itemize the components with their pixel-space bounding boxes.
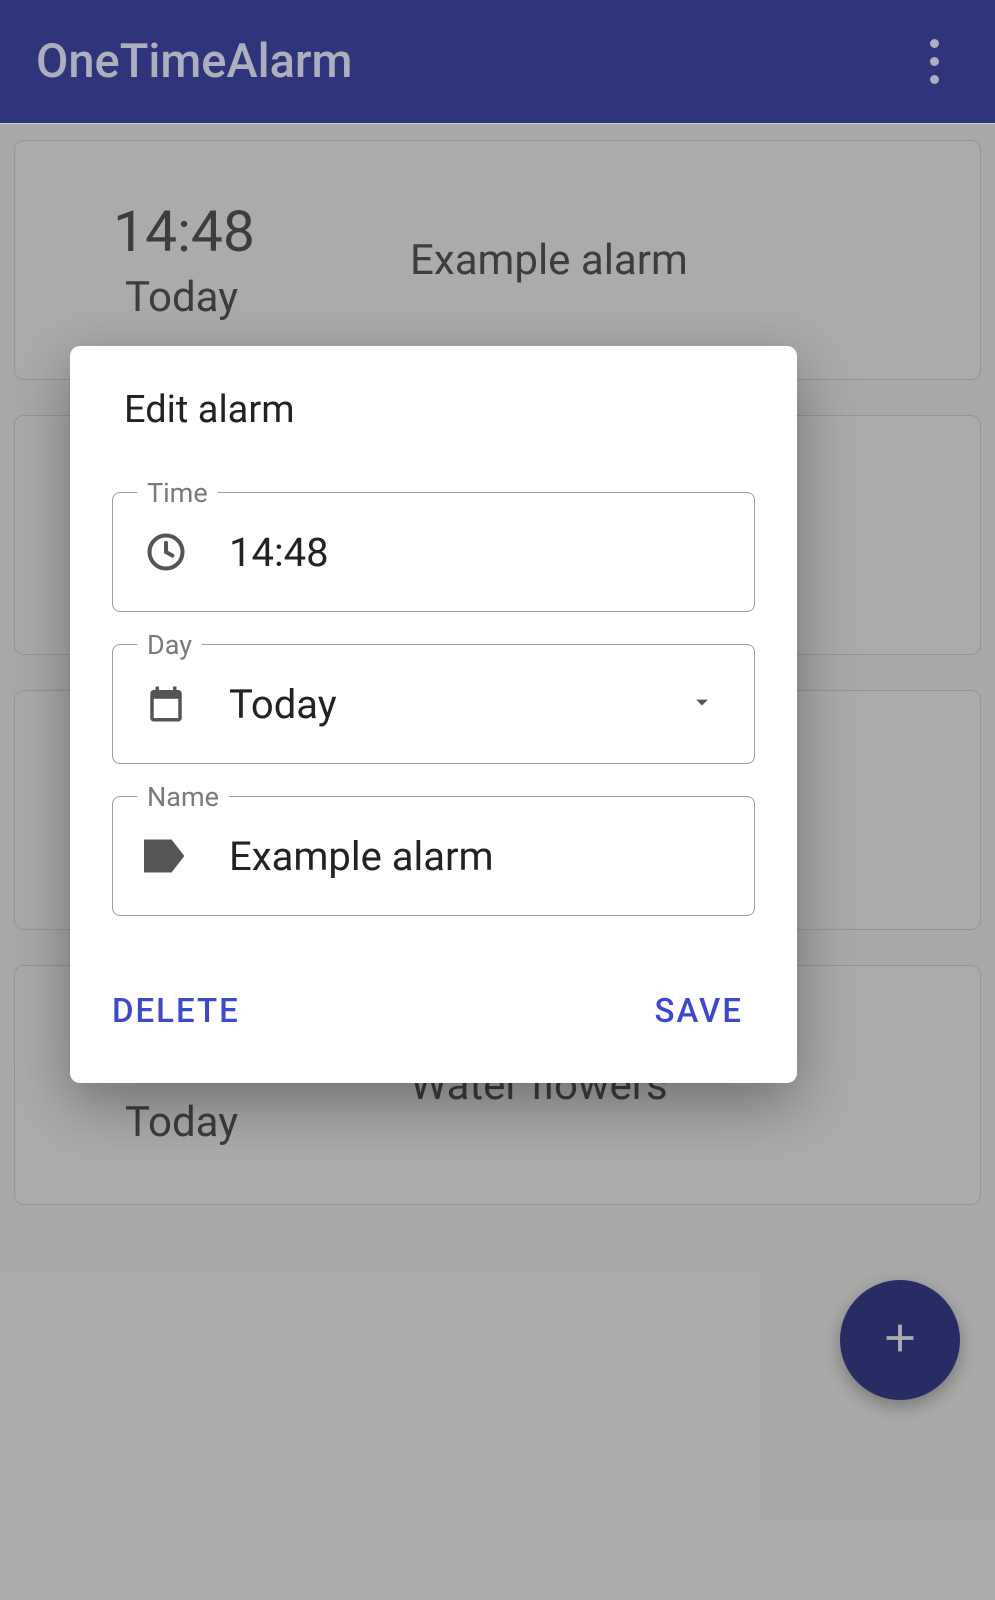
save-button[interactable]: SAVE (655, 984, 743, 1039)
day-field-label: Day (137, 629, 202, 661)
time-field-value: 14:48 (229, 529, 726, 576)
time-field-label: Time (137, 477, 218, 509)
name-field[interactable]: Name Example alarm (112, 796, 755, 916)
day-field-value: Today (229, 681, 688, 728)
delete-button[interactable]: DELETE (112, 984, 240, 1039)
edit-alarm-dialog: Edit alarm Time 14:48 Day Today Name (70, 346, 797, 1083)
name-field-value: Example alarm (229, 833, 726, 880)
chevron-down-icon (688, 688, 716, 720)
day-field[interactable]: Day Today (112, 644, 755, 764)
modal-scrim[interactable] (0, 0, 995, 124)
dialog-title: Edit alarm (112, 388, 755, 432)
label-icon (141, 839, 191, 873)
clock-icon (141, 530, 191, 574)
time-field[interactable]: Time 14:48 (112, 492, 755, 612)
calendar-icon (141, 683, 191, 725)
dialog-actions: DELETE SAVE (112, 948, 755, 1083)
name-field-label: Name (137, 781, 229, 813)
